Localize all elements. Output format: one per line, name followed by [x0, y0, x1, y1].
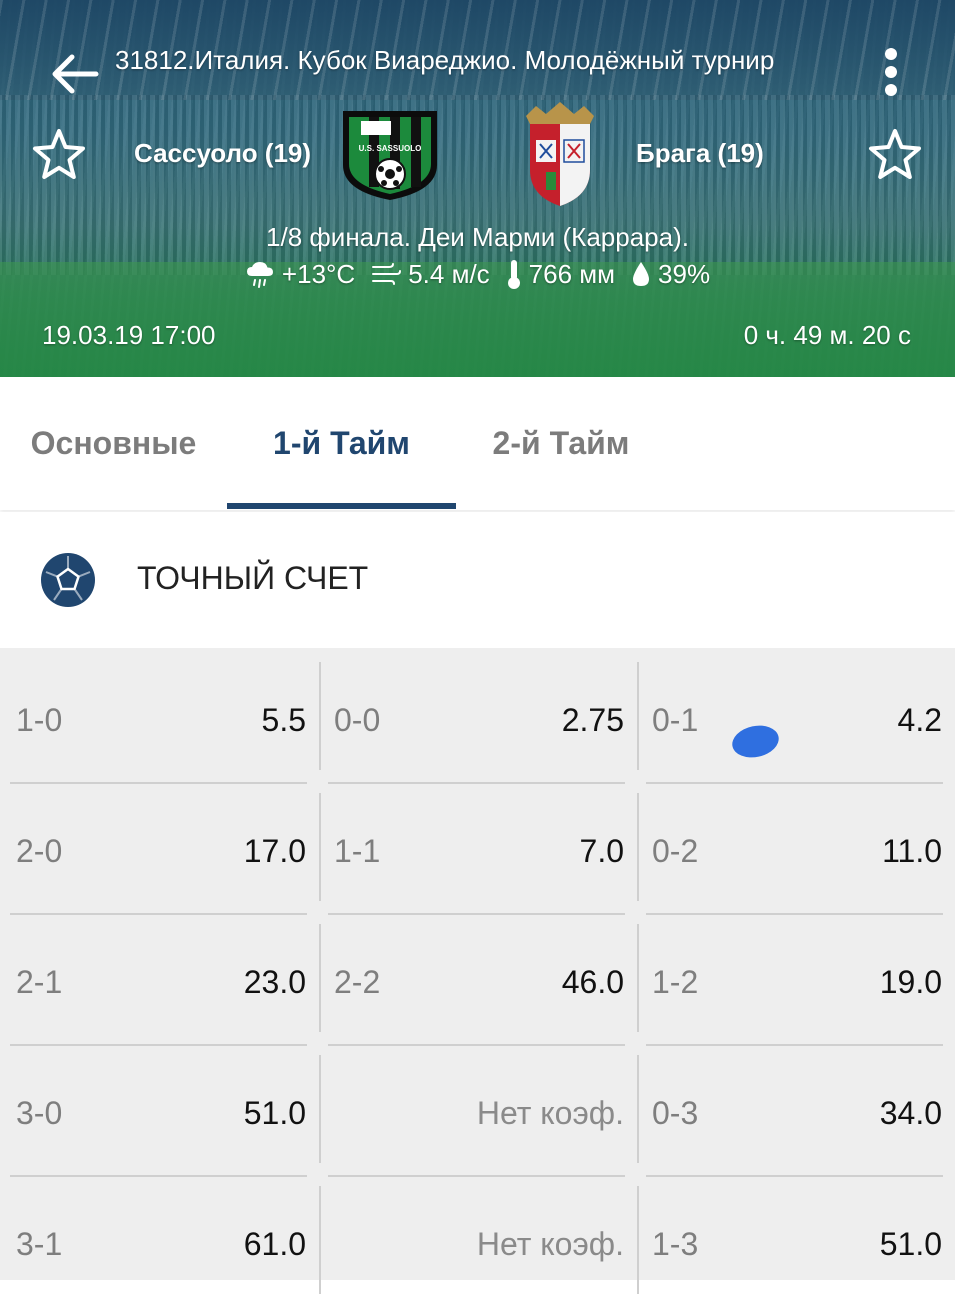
- column-divider: [637, 924, 639, 1032]
- period-tabs: Основные 1-й Тайм 2-й Тайм: [0, 377, 955, 510]
- odds-value: 34.0: [879, 1095, 942, 1131]
- score-label: 0-3: [652, 1095, 699, 1131]
- column-divider: [319, 924, 321, 1032]
- home-team-logo: U.S. SASSUOLO: [339, 107, 441, 202]
- more-vert-icon: [885, 48, 897, 60]
- odds-value: 51.0: [243, 1095, 306, 1131]
- tab-main[interactable]: Основные: [0, 377, 227, 510]
- more-menu-button[interactable]: [874, 48, 908, 100]
- active-tab-indicator: [227, 503, 456, 509]
- column-divider: [319, 1186, 321, 1294]
- back-button[interactable]: [48, 50, 100, 98]
- odds-cell[interactable]: 0-3 34.0: [646, 1045, 948, 1176]
- column-divider: [319, 662, 321, 770]
- countdown-timer: 0 ч. 49 м. 20 с: [743, 320, 911, 350]
- match-stage: 1/8 финала. Деи Марми (Каррара).: [266, 222, 689, 252]
- odds-value: 11.0: [882, 833, 942, 869]
- odds-value: 5.5: [261, 702, 306, 738]
- score-label: 0-1: [652, 702, 699, 738]
- match-date: 19.03.19 17:00: [42, 320, 216, 350]
- wind-item: 5.4 м/с: [371, 258, 490, 290]
- cloud-rain-icon: [246, 262, 273, 288]
- favorite-home-star-icon[interactable]: [30, 126, 88, 184]
- score-label: 1-1: [334, 833, 381, 869]
- more-vert-icon-dot: [885, 66, 897, 78]
- odds-value: 46.0: [561, 964, 624, 1000]
- column-divider: [637, 1186, 639, 1294]
- odds-cell[interactable]: 1-3 51.0: [646, 1176, 948, 1307]
- score-label: 3-0: [16, 1095, 63, 1131]
- odds-cell[interactable]: 3-1 61.0: [10, 1176, 312, 1307]
- odds-value: 2.75: [561, 702, 624, 738]
- odds-cell[interactable]: 2-2 46.0: [328, 914, 630, 1045]
- humidity-value: 39%: [658, 258, 711, 289]
- favorite-away-star-icon[interactable]: [866, 126, 924, 184]
- away-team-name: Брага (19): [636, 138, 764, 168]
- odds-value: 61.0: [243, 1226, 306, 1262]
- odds-cell[interactable]: 1-0 5.5: [10, 652, 312, 783]
- odds-cell[interactable]: 3-0 51.0: [10, 1045, 312, 1176]
- section-title: ТОЧНЫЙ СЧЕТ: [137, 560, 369, 596]
- score-label: 2-2: [334, 964, 381, 1000]
- odds-value: Нет коэф.: [476, 1226, 624, 1262]
- odds-value: 7.0: [579, 833, 624, 869]
- column-divider: [637, 662, 639, 770]
- odds-cell[interactable]: 1-1 7.0: [328, 783, 630, 914]
- tab-second-half[interactable]: 2-й Тайм: [456, 377, 666, 510]
- column-divider: [319, 1055, 321, 1163]
- odds-cell[interactable]: Нет коэф.: [328, 1176, 630, 1307]
- odds-cell[interactable]: 2-1 23.0: [10, 914, 312, 1045]
- pressure-item: 766 мм: [506, 258, 615, 290]
- wind-icon: [372, 263, 402, 285]
- tab-first-half[interactable]: 1-й Тайм: [227, 377, 456, 510]
- odds-cell[interactable]: 0-1 4.2: [646, 652, 948, 783]
- match-title: 31812.Италия. Кубок Виареджио. Молодёжны…: [115, 45, 775, 75]
- score-label: 1-2: [652, 964, 699, 1000]
- score-label: 2-1: [16, 964, 63, 1000]
- odds-value: 19.0: [879, 964, 942, 1000]
- score-label: 1-3: [652, 1226, 699, 1262]
- temperature-item: +13°C: [245, 259, 355, 290]
- score-label: 1-0: [16, 702, 63, 738]
- odds-cell[interactable]: 1-2 19.0: [646, 914, 948, 1045]
- temperature-value: +13°C: [281, 258, 356, 289]
- humidity-item: 39%: [631, 259, 710, 290]
- score-label: 3-1: [16, 1226, 63, 1262]
- wind-value: 5.4 м/с: [408, 258, 490, 289]
- correct-score-section-header[interactable]: ТОЧНЫЙ СЧЕТ: [0, 512, 955, 648]
- column-divider: [319, 793, 321, 901]
- home-team-name: Сассуоло (19): [134, 138, 312, 168]
- match-header: 31812.Италия. Кубок Виареджио. Молодёжны…: [0, 0, 955, 377]
- more-vert-icon-dot: [885, 84, 897, 96]
- football-icon: [41, 553, 95, 607]
- odds-value: 4.2: [897, 702, 942, 738]
- weather-row: +13°C 5.4 м/с 766 мм 39%: [0, 258, 955, 290]
- odds-value: 51.0: [879, 1226, 942, 1262]
- score-label: 0-2: [652, 833, 699, 869]
- pressure-value: 766 мм: [528, 258, 616, 289]
- odds-cell[interactable]: Нет коэф.: [328, 1045, 630, 1176]
- home-logo-text: U.S. SASSUOLO: [359, 144, 422, 153]
- odds-cell[interactable]: 0-2 11.0: [646, 783, 948, 914]
- odds-cell[interactable]: 2-0 17.0: [10, 783, 312, 914]
- odds-cell[interactable]: 0-0 2.75: [328, 652, 630, 783]
- odds-value: 23.0: [243, 964, 306, 1000]
- water-drop-icon: [633, 262, 650, 286]
- odds-value: 17.0: [243, 833, 306, 869]
- arrow-left-icon: [52, 54, 99, 94]
- score-label: 2-0: [16, 833, 63, 869]
- away-team-logo: [516, 100, 604, 208]
- column-divider: [637, 793, 639, 901]
- score-label: 0-0: [334, 702, 381, 738]
- odds-value: Нет коэф.: [476, 1095, 624, 1131]
- thermometer-icon: [507, 260, 520, 289]
- column-divider: [637, 1055, 639, 1163]
